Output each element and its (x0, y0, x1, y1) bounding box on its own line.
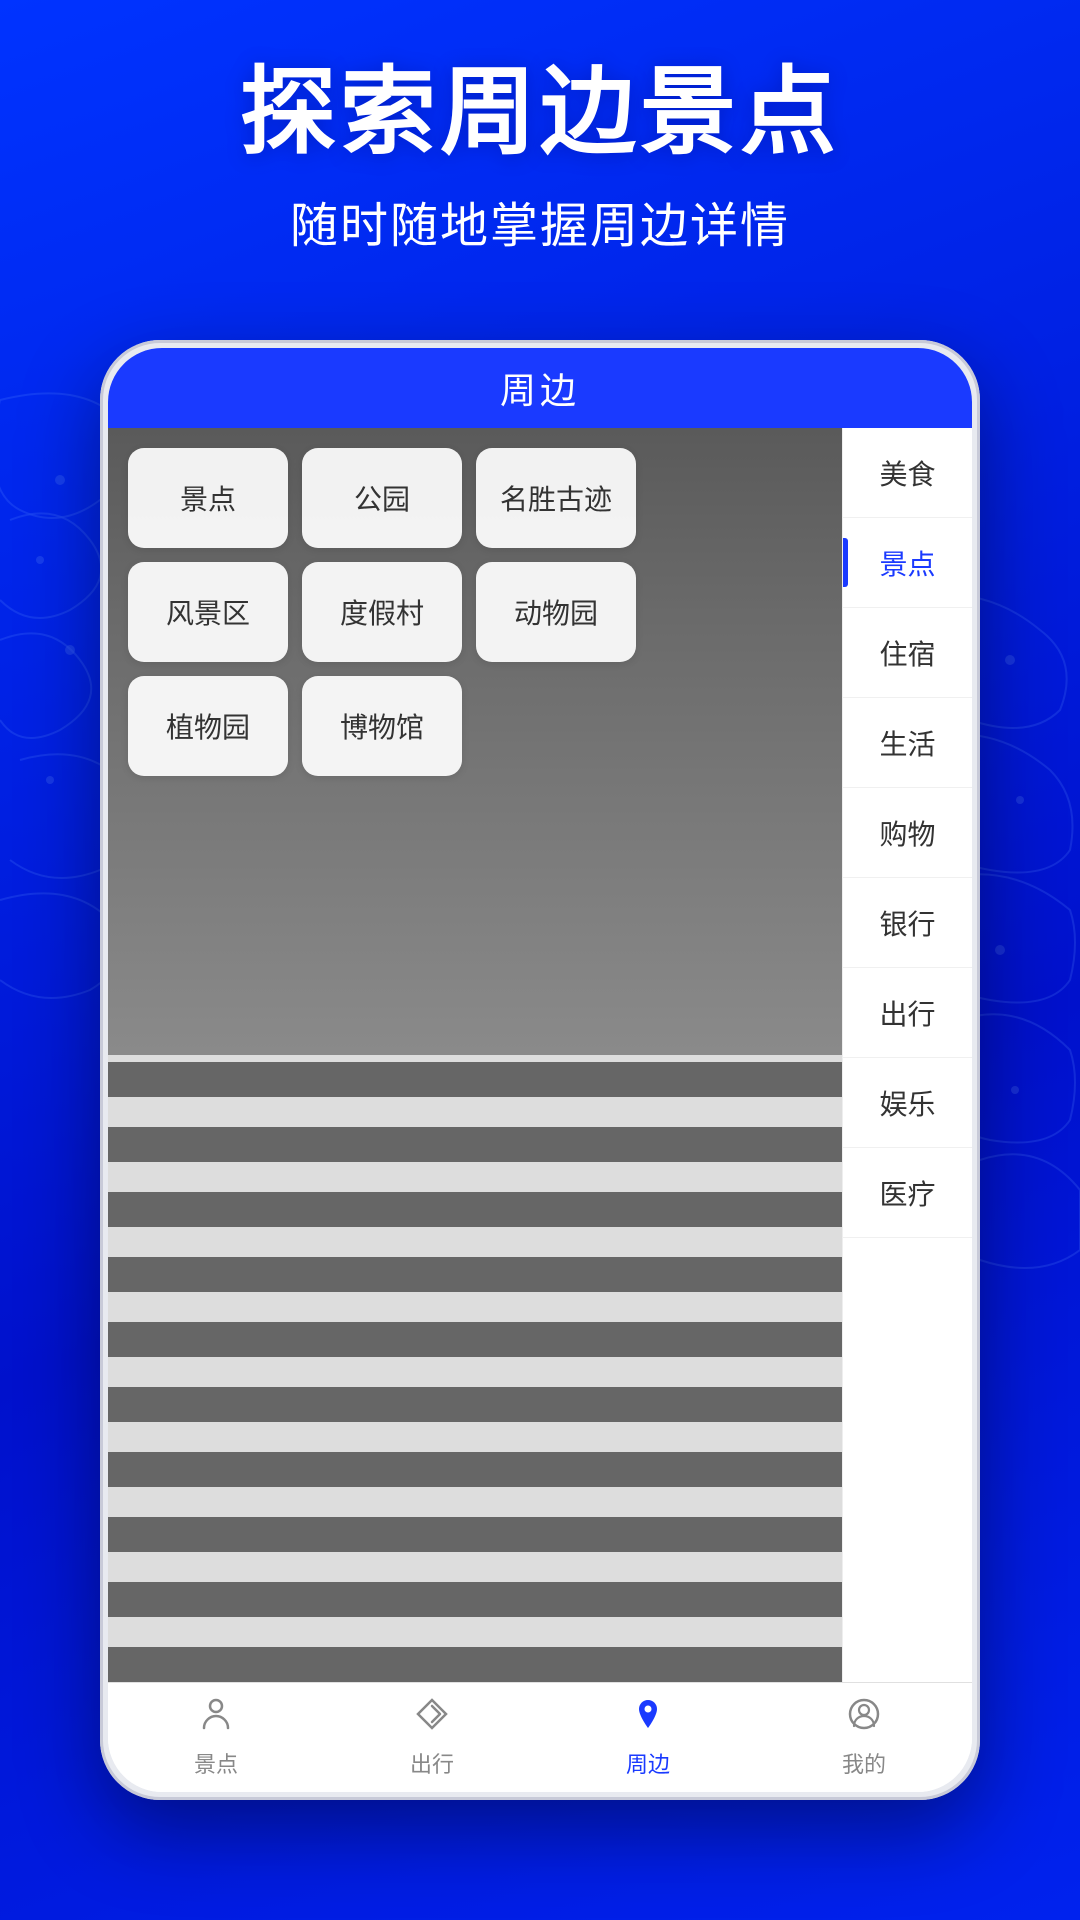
category-btn-botanical[interactable]: 植物园 (128, 676, 288, 776)
sidebar-item-hotel[interactable]: 住宿 (843, 608, 972, 698)
nav-nearby-label: 周边 (626, 1747, 670, 1779)
category-btn-zoo[interactable]: 动物园 (476, 562, 636, 662)
right-sidebar: 美食 景点 住宿 生活 购物 银行 出行 娱乐 医疗 (842, 428, 972, 1682)
street-lower (108, 1055, 842, 1682)
phone-mockup: 周边 景点 公园 名胜古迹 风景区 度假村 (100, 340, 980, 1800)
sidebar-item-shopping[interactable]: 购物 (843, 788, 972, 878)
nav-nearby-icon (630, 1696, 666, 1741)
sidebar-item-transport[interactable]: 出行 (843, 968, 972, 1058)
nav-transport-label: 出行 (410, 1747, 454, 1779)
hero-title: 探索周边景点 (0, 60, 1080, 166)
category-btn-parks[interactable]: 公园 (302, 448, 462, 548)
crosswalk-stripes (108, 1055, 842, 1682)
sidebar-item-bank[interactable]: 银行 (843, 878, 972, 968)
hero-section: 探索周边景点 随时随地掌握周边详情 (0, 60, 1080, 256)
sidebar-item-life[interactable]: 生活 (843, 698, 972, 788)
app-content: 景点 公园 名胜古迹 风景区 度假村 动物园 植物园 博物馆 美食 景点 住宿 … (108, 428, 972, 1682)
nav-attractions-label: 景点 (194, 1747, 238, 1779)
nav-item-transport[interactable]: 出行 (324, 1683, 540, 1792)
sidebar-item-scenic[interactable]: 景点 (843, 518, 972, 608)
nav-item-nearby[interactable]: 周边 (540, 1683, 756, 1792)
category-btn-scenic[interactable]: 风景区 (128, 562, 288, 662)
nav-attractions-icon (198, 1696, 234, 1741)
sidebar-item-entertainment[interactable]: 娱乐 (843, 1058, 972, 1148)
nav-item-attractions[interactable]: 景点 (108, 1683, 324, 1792)
sidebar-item-food[interactable]: 美食 (843, 428, 972, 518)
app-bottom-nav: 景点 出行 周边 (108, 1682, 972, 1792)
phone-inner: 周边 景点 公园 名胜古迹 风景区 度假村 (108, 348, 972, 1792)
nav-profile-icon (846, 1696, 882, 1741)
nav-item-profile[interactable]: 我的 (756, 1683, 972, 1792)
app-header: 周边 (108, 348, 972, 428)
category-btn-museum[interactable]: 博物馆 (302, 676, 462, 776)
category-btn-heritage[interactable]: 名胜古迹 (476, 448, 636, 548)
category-grid: 景点 公园 名胜古迹 风景区 度假村 动物园 植物园 博物馆 (128, 448, 636, 776)
category-btn-attractions[interactable]: 景点 (128, 448, 288, 548)
sidebar-item-medical[interactable]: 医疗 (843, 1148, 972, 1238)
nav-profile-label: 我的 (842, 1747, 886, 1779)
map-content: 景点 公园 名胜古迹 风景区 度假村 动物园 植物园 博物馆 (108, 428, 842, 1682)
category-btn-resort[interactable]: 度假村 (302, 562, 462, 662)
nav-transport-icon (414, 1696, 450, 1741)
hero-subtitle: 随时随地掌握周边详情 (0, 186, 1080, 256)
app-header-title: 周边 (500, 362, 580, 414)
